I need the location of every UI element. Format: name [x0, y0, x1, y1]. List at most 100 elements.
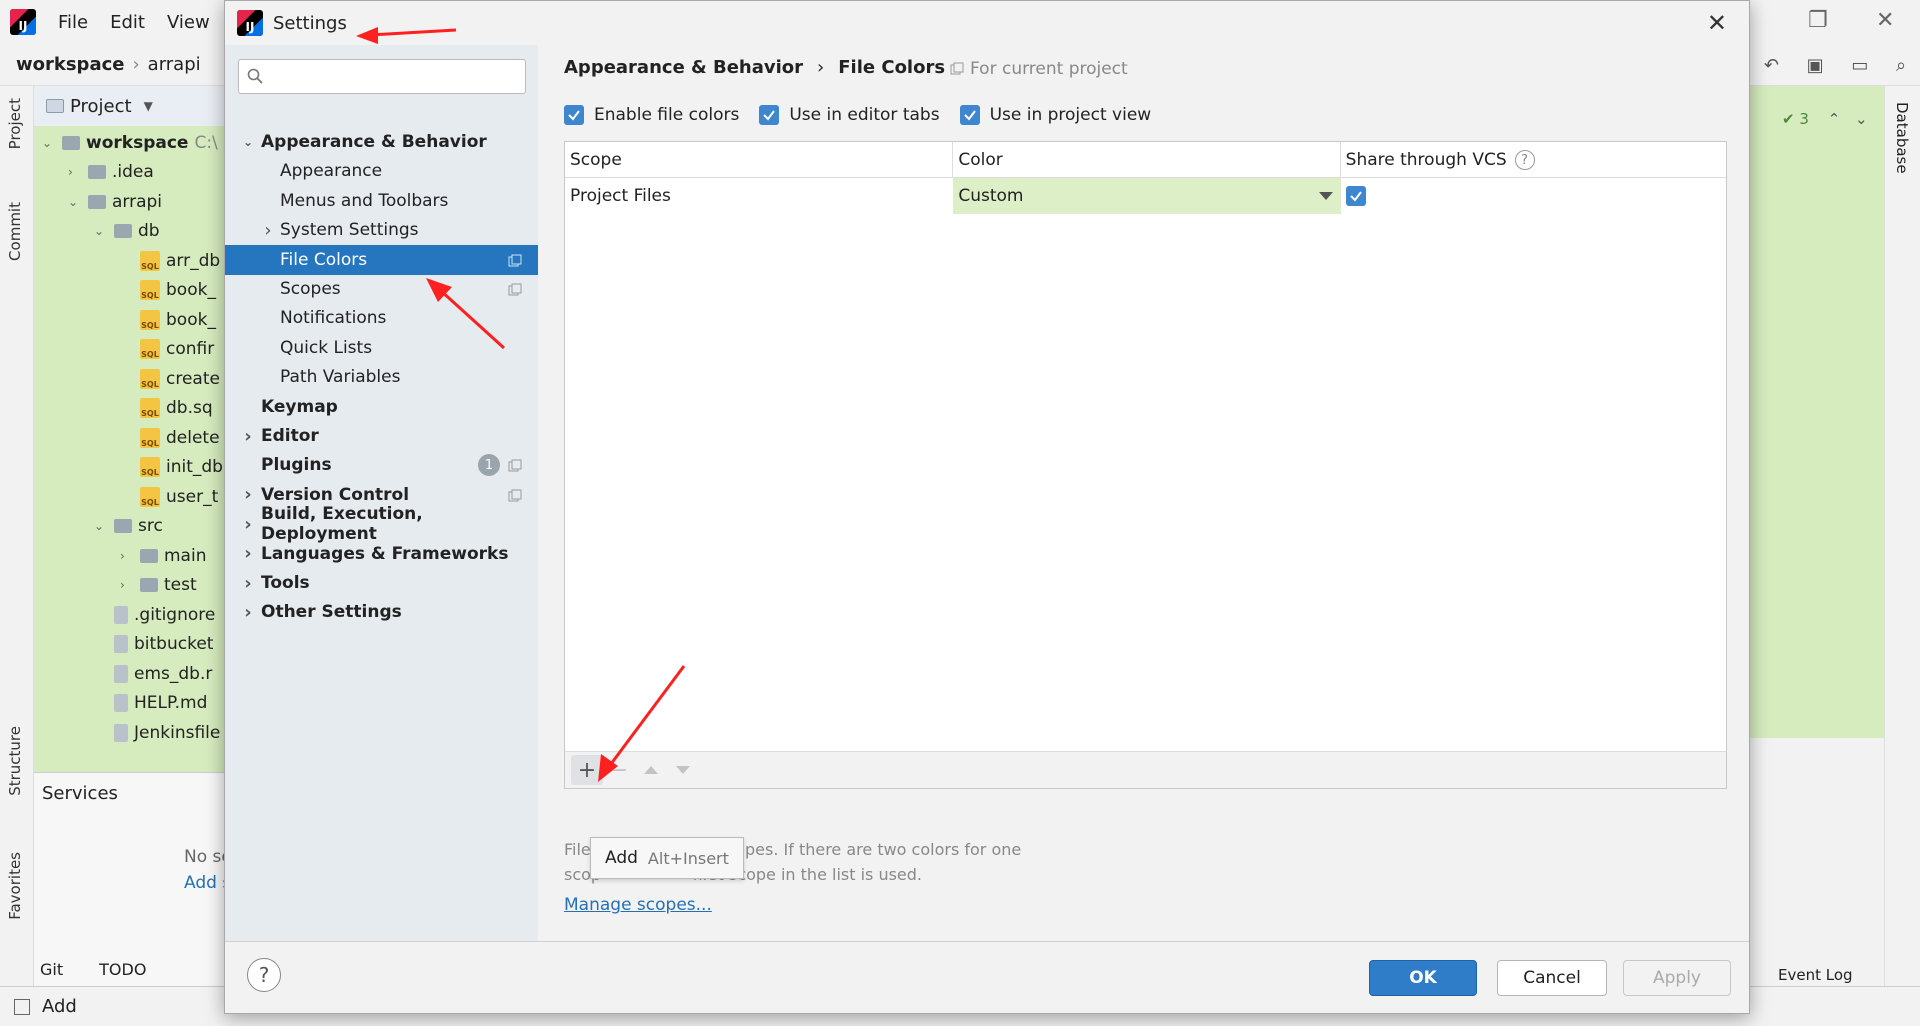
table-row[interactable]: Project Files Custom	[565, 178, 1726, 214]
dialog-titlebar[interactable]: IJ Settings ✕	[225, 1, 1749, 45]
undo-icon[interactable]: ↶	[1764, 55, 1779, 76]
dropdown-arrow-icon[interactable]	[1318, 192, 1333, 200]
share-vcs-checkbox[interactable]	[1345, 186, 1366, 206]
tree-item[interactable]: › main	[120, 541, 206, 570]
sidebar-item-path-variables[interactable]: Path Variables	[225, 362, 538, 392]
breadcrumb-appearance-behavior[interactable]: Appearance & Behavior	[564, 57, 803, 78]
menu-file[interactable]: File	[58, 12, 88, 33]
tree-item[interactable]: SQL init_db	[120, 453, 223, 482]
breadcrumb-workspace[interactable]: workspace	[16, 54, 124, 75]
sidebar-item-build-execution-deployment[interactable]: › Build, Execution, Deployment	[225, 504, 538, 544]
tool-window-favorites[interactable]: Favorites	[6, 852, 24, 920]
chevron-right-icon[interactable]: ›	[241, 602, 255, 623]
tree-item[interactable]: SQL user_t	[120, 482, 218, 511]
tree-item[interactable]: SQL db.sq	[120, 394, 213, 423]
tree-item[interactable]: SQL create	[120, 364, 220, 393]
project-panel-header[interactable]: Project ▼	[34, 86, 234, 126]
chevron-right-icon[interactable]: ›	[241, 543, 255, 564]
tool-window-git[interactable]: Git	[40, 960, 63, 979]
sidebar-item-notifications[interactable]: Notifications	[225, 303, 538, 333]
chevron-down-icon[interactable]: ▼	[144, 99, 153, 113]
chevron-icon[interactable]: ⌄	[94, 519, 108, 533]
chevron-icon[interactable]: ⌄	[42, 136, 56, 150]
close-window-icon[interactable]: ✕	[1876, 8, 1894, 33]
chevron-icon[interactable]: ›	[120, 578, 134, 592]
tree-item[interactable]: HELP.md	[94, 689, 207, 718]
sidebar-item-languages-frameworks[interactable]: › Languages & Frameworks	[225, 539, 538, 569]
chevron-icon[interactable]: ⌄	[94, 224, 108, 238]
search-everywhere-icon[interactable]: ⌕	[1896, 55, 1906, 76]
sidebar-item-appearance-behavior[interactable]: ⌄ Appearance & Behavior	[225, 127, 538, 157]
ok-button[interactable]: OK	[1369, 960, 1477, 996]
sidebar-item-menus-and-toolbars[interactable]: Menus and Toolbars	[225, 186, 538, 216]
column-header-color[interactable]: Color	[953, 142, 1341, 178]
cancel-button[interactable]: Cancel	[1497, 960, 1607, 996]
column-header-share[interactable]: Share through VCS ?	[1341, 142, 1726, 178]
apply-button[interactable]: Apply	[1623, 960, 1731, 996]
sidebar-item-file-colors[interactable]: File Colors	[225, 244, 538, 275]
tree-item[interactable]: .gitignore	[94, 600, 215, 629]
chevron-right-icon[interactable]: ›	[261, 220, 275, 241]
enable-file-colors-checkbox[interactable]: Enable file colors	[564, 105, 739, 125]
move-down-icon[interactable]	[667, 755, 699, 785]
event-log-tab[interactable]: Event Log	[1778, 966, 1853, 984]
sidebar-item-system-settings[interactable]: › System Settings	[225, 215, 538, 245]
tree-item[interactable]: ⌄ arrapi	[68, 187, 162, 216]
color-dropdown[interactable]: Custom	[953, 178, 1341, 214]
checkbox-checked-icon[interactable]	[959, 105, 980, 125]
add-icon[interactable]: +	[571, 755, 603, 785]
tree-item[interactable]: ⌄ src	[94, 512, 163, 541]
breadcrumb-arrapi[interactable]: arrapi	[148, 54, 201, 75]
tool-window-structure[interactable]: Structure	[6, 726, 24, 796]
tool-window-database[interactable]: Database	[1893, 102, 1911, 174]
chevron-up-icon[interactable]: ⌃	[1828, 110, 1841, 128]
chevron-right-icon[interactable]: ›	[241, 514, 255, 535]
use-in-editor-tabs-checkbox[interactable]: Use in editor tabs	[759, 105, 940, 125]
settings-search[interactable]	[238, 59, 526, 94]
sidebar-item-appearance[interactable]: Appearance	[225, 156, 538, 186]
tree-item[interactable]: › .idea	[68, 158, 154, 187]
help-button[interactable]: ?	[247, 958, 281, 992]
tree-item[interactable]: SQL confir	[120, 335, 214, 364]
close-icon[interactable]: ✕	[1707, 9, 1727, 37]
sidebar-item-other-settings[interactable]: › Other Settings	[225, 597, 538, 627]
chevron-icon[interactable]: ›	[68, 165, 82, 179]
tree-item[interactable]: Jenkinsfile	[94, 718, 220, 747]
tree-item[interactable]: SQL book_	[120, 276, 216, 305]
tree-item[interactable]: ems_db.r	[94, 659, 212, 688]
tool-window-project[interactable]: Project	[6, 98, 24, 149]
sidebar-item-editor[interactable]: › Editor	[225, 421, 538, 451]
tree-item[interactable]: SQL delete	[120, 423, 220, 452]
sidebar-item-scopes[interactable]: Scopes	[225, 274, 538, 304]
tool-window-todo[interactable]: TODO	[99, 960, 146, 979]
move-up-icon[interactable]	[635, 755, 667, 785]
inspection-widget[interactable]: ✔ 3 ⌃ ⌄	[1782, 110, 1868, 128]
chevron-icon[interactable]: ›	[120, 549, 134, 563]
checkbox-checked-icon[interactable]	[759, 105, 780, 125]
tree-item[interactable]: SQL arr_db	[120, 246, 220, 275]
help-icon[interactable]: ?	[1514, 150, 1535, 170]
window-icon[interactable]: ▭	[1851, 55, 1868, 76]
chevron-right-icon[interactable]: ›	[241, 426, 255, 447]
tree-item[interactable]: › test	[120, 571, 197, 600]
chevron-right-icon[interactable]: ›	[241, 573, 255, 594]
tree-item[interactable]: SQL book_	[120, 305, 216, 334]
chevron-icon[interactable]: ⌄	[68, 195, 82, 209]
chevron-down-icon[interactable]: ⌄	[241, 135, 255, 149]
restore-window-icon[interactable]: ❐	[1808, 8, 1828, 33]
tree-item[interactable]: ⌄ db	[94, 217, 160, 246]
manage-scopes-link[interactable]: Manage scopes...	[564, 895, 712, 915]
menu-edit[interactable]: Edit	[110, 12, 145, 33]
sidebar-item-tools[interactable]: › Tools	[225, 568, 538, 598]
search-input[interactable]	[273, 64, 519, 90]
chevron-down-icon[interactable]: ⌄	[1855, 110, 1868, 128]
sidebar-item-quick-lists[interactable]: Quick Lists	[225, 333, 538, 363]
tool-window-commit[interactable]: Commit	[6, 202, 24, 261]
menu-view[interactable]: View	[167, 12, 210, 33]
tree-item[interactable]: bitbucket	[94, 630, 213, 659]
remove-icon[interactable]: −	[603, 755, 635, 785]
tree-item[interactable]: ⌄ workspace C:\	[42, 128, 218, 157]
chevron-right-icon[interactable]: ›	[241, 484, 255, 505]
scope-cell[interactable]: Project Files	[565, 178, 953, 214]
layout-icon[interactable]	[14, 998, 30, 1015]
